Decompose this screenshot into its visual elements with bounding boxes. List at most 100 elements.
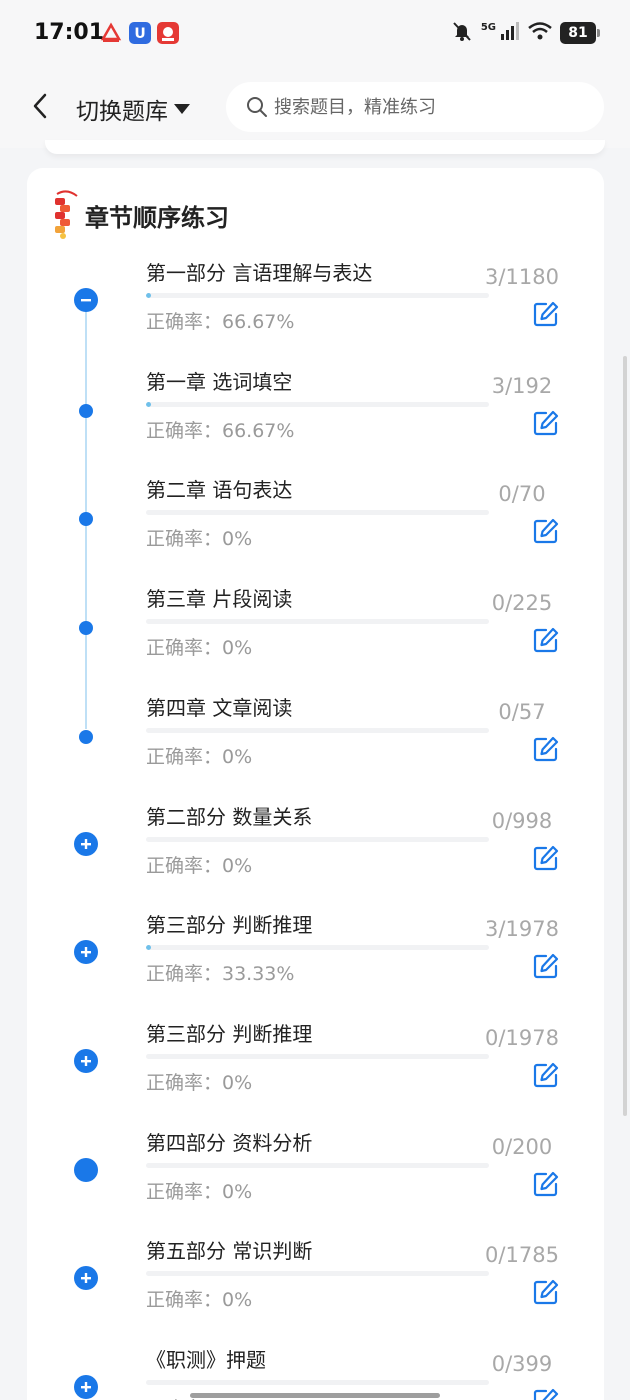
question-count: 3/1978 [485,917,559,942]
progress-bar [146,1380,489,1385]
edit-practice-icon[interactable] [532,626,560,654]
chapter-name: 第一章 选词填空 [146,369,293,394]
chapter-name: 第二章 语句表达 [146,478,293,503]
svg-text:U: U [134,26,145,42]
firecracker-icon [55,190,78,239]
progress-bar [146,1162,489,1168]
edit-practice-icon[interactable] [532,844,560,872]
edit-practice-icon[interactable] [532,735,560,763]
timeline-dot [79,621,93,636]
progress-bar [146,510,489,516]
chapter-row[interactable]: 《职测》押题正确率：0%0/399 [27,1335,604,1400]
chapter-row[interactable]: 第四部分 资料分析 正确率：0% 0/200 [27,1118,604,1227]
accuracy-text: 正确率：0% [146,1289,253,1312]
status-icons: 5G 81 [451,20,600,46]
question-count: 0/70 [498,482,546,507]
chevron-left-icon [33,93,47,119]
progress-bar [146,1271,489,1277]
switch-bank-label: 切换题库 [76,99,168,125]
question-count: 0/57 [498,699,546,724]
progress-bar [146,619,489,625]
home-indicator[interactable] [190,1393,440,1398]
switch-bank-button[interactable]: 切换题库 [76,92,190,126]
question-count: 0/998 [491,808,553,833]
back-button[interactable] [22,86,58,126]
caret-down-icon [174,104,190,114]
progress-bar [146,401,489,407]
accuracy-text: 正确率：0% [146,637,253,660]
edit-practice-icon[interactable] [532,1278,560,1306]
chapter-name: 第一部分 言语理解与表达 [146,261,373,285]
chapter-row[interactable]: 第二章 语句表达 正确率：0% 0/70 [27,465,604,574]
expand-icon[interactable] [74,1266,98,1291]
progress-bar [146,1053,489,1059]
progress-bar [146,293,489,298]
accuracy-text: 正确率：0% [146,854,253,877]
collapse-icon[interactable] [74,288,98,312]
search-icon [247,97,267,117]
expand-icon[interactable] [74,831,98,856]
chapter-row[interactable]: 第三章 片段阅读 正确率：0% 0/225 [27,574,604,683]
progress-bar [146,727,489,733]
chapter-name: 第三章 片段阅读 [146,587,293,612]
wifi-icon [528,22,552,44]
expand-icon[interactable] [74,1048,98,1073]
section-header: 章节顺序练习 [51,190,229,240]
chapter-row[interactable]: 第二部分 数量关系 正确率：0% 0/998 [27,792,604,901]
accuracy-text: 正确率：0% [146,1180,253,1203]
accuracy-text: 正确率：0% [146,745,253,768]
edit-practice-icon[interactable] [532,1387,560,1400]
timeline-dot [79,403,93,418]
progress-fill [146,401,152,407]
scrollbar[interactable] [623,356,627,1116]
edit-practice-icon[interactable] [532,409,560,437]
edit-practice-icon[interactable] [532,952,560,980]
accuracy-text: 正确率：66.67% [146,419,295,442]
search-input[interactable] [274,96,594,118]
page: 17:01 U 5G 81 切换题库 搜索题目，精准练习 章节顺序练习 第一部分… [0,0,630,1400]
signal-icon [500,22,520,44]
chapter-row[interactable]: 第一部分 言语理解与表达 正确率：66.67% 3/1180 [27,248,604,357]
chapter-row[interactable]: 第三部分 判断推理 正确率：0% 0/1978 [27,1009,604,1118]
timeline-dot [74,1157,98,1182]
accuracy-text: 正确率：66.67% [146,311,295,333]
chapter-name: 第四章 文章阅读 [146,695,293,720]
question-count: 0/1785 [485,1243,559,1268]
status-time: 17:01 [34,20,105,45]
app-notification-icon: U [129,22,151,44]
chapter-row[interactable]: 第一章 选词填空 正确率：66.67% 3/192 [27,357,604,466]
question-count: 3/1180 [485,265,559,289]
question-count: 0/1978 [485,1025,559,1050]
chapter-row[interactable]: 第三部分 判断推理 正确率：33.33% 3/1978 [27,900,604,1009]
chapter-practice-card: 章节顺序练习 第一部分 言语理解与表达 正确率：66.67% 3/1180 第一章 选… [27,168,604,1400]
edit-practice-icon[interactable] [532,1061,560,1089]
edit-practice-icon[interactable] [532,1170,560,1198]
chapter-row[interactable]: 第四章 文章阅读 正确率：0% 0/57 [27,683,604,792]
question-count: 0/200 [491,1134,553,1159]
app-notification-icon [157,22,179,44]
accuracy-text: 正确率：0% [146,528,253,551]
question-count: 3/192 [491,373,553,398]
progress-bar [146,836,489,842]
question-count: 0/399 [491,1352,553,1376]
progress-fill [146,293,152,298]
expand-icon[interactable] [74,940,98,965]
top-card-edge [45,140,605,154]
chapter-name: 《职测》押题 [146,1348,266,1372]
status-bar: 17:01 U 5G 81 [0,0,630,68]
accuracy-text: 正确率：0% [146,1071,253,1094]
progress-fill [146,945,152,951]
network-type: 5G [480,21,496,33]
chapter-name: 第三部分 判断推理 [146,1021,313,1046]
edit-practice-icon[interactable] [532,300,560,328]
app-notification-icon [100,22,122,44]
progress-bar [146,945,489,951]
timeline-dot [79,512,93,527]
search-box[interactable] [226,82,604,132]
chapter-name: 第二部分 数量关系 [146,804,313,829]
chapter-row[interactable]: 第五部分 常识判断 正确率：0% 0/1785 [27,1226,604,1335]
expand-icon[interactable] [74,1375,98,1399]
edit-practice-icon[interactable] [532,517,560,545]
battery-icon: 81 [560,22,600,44]
chapter-name: 第三部分 判断推理 [146,913,313,938]
